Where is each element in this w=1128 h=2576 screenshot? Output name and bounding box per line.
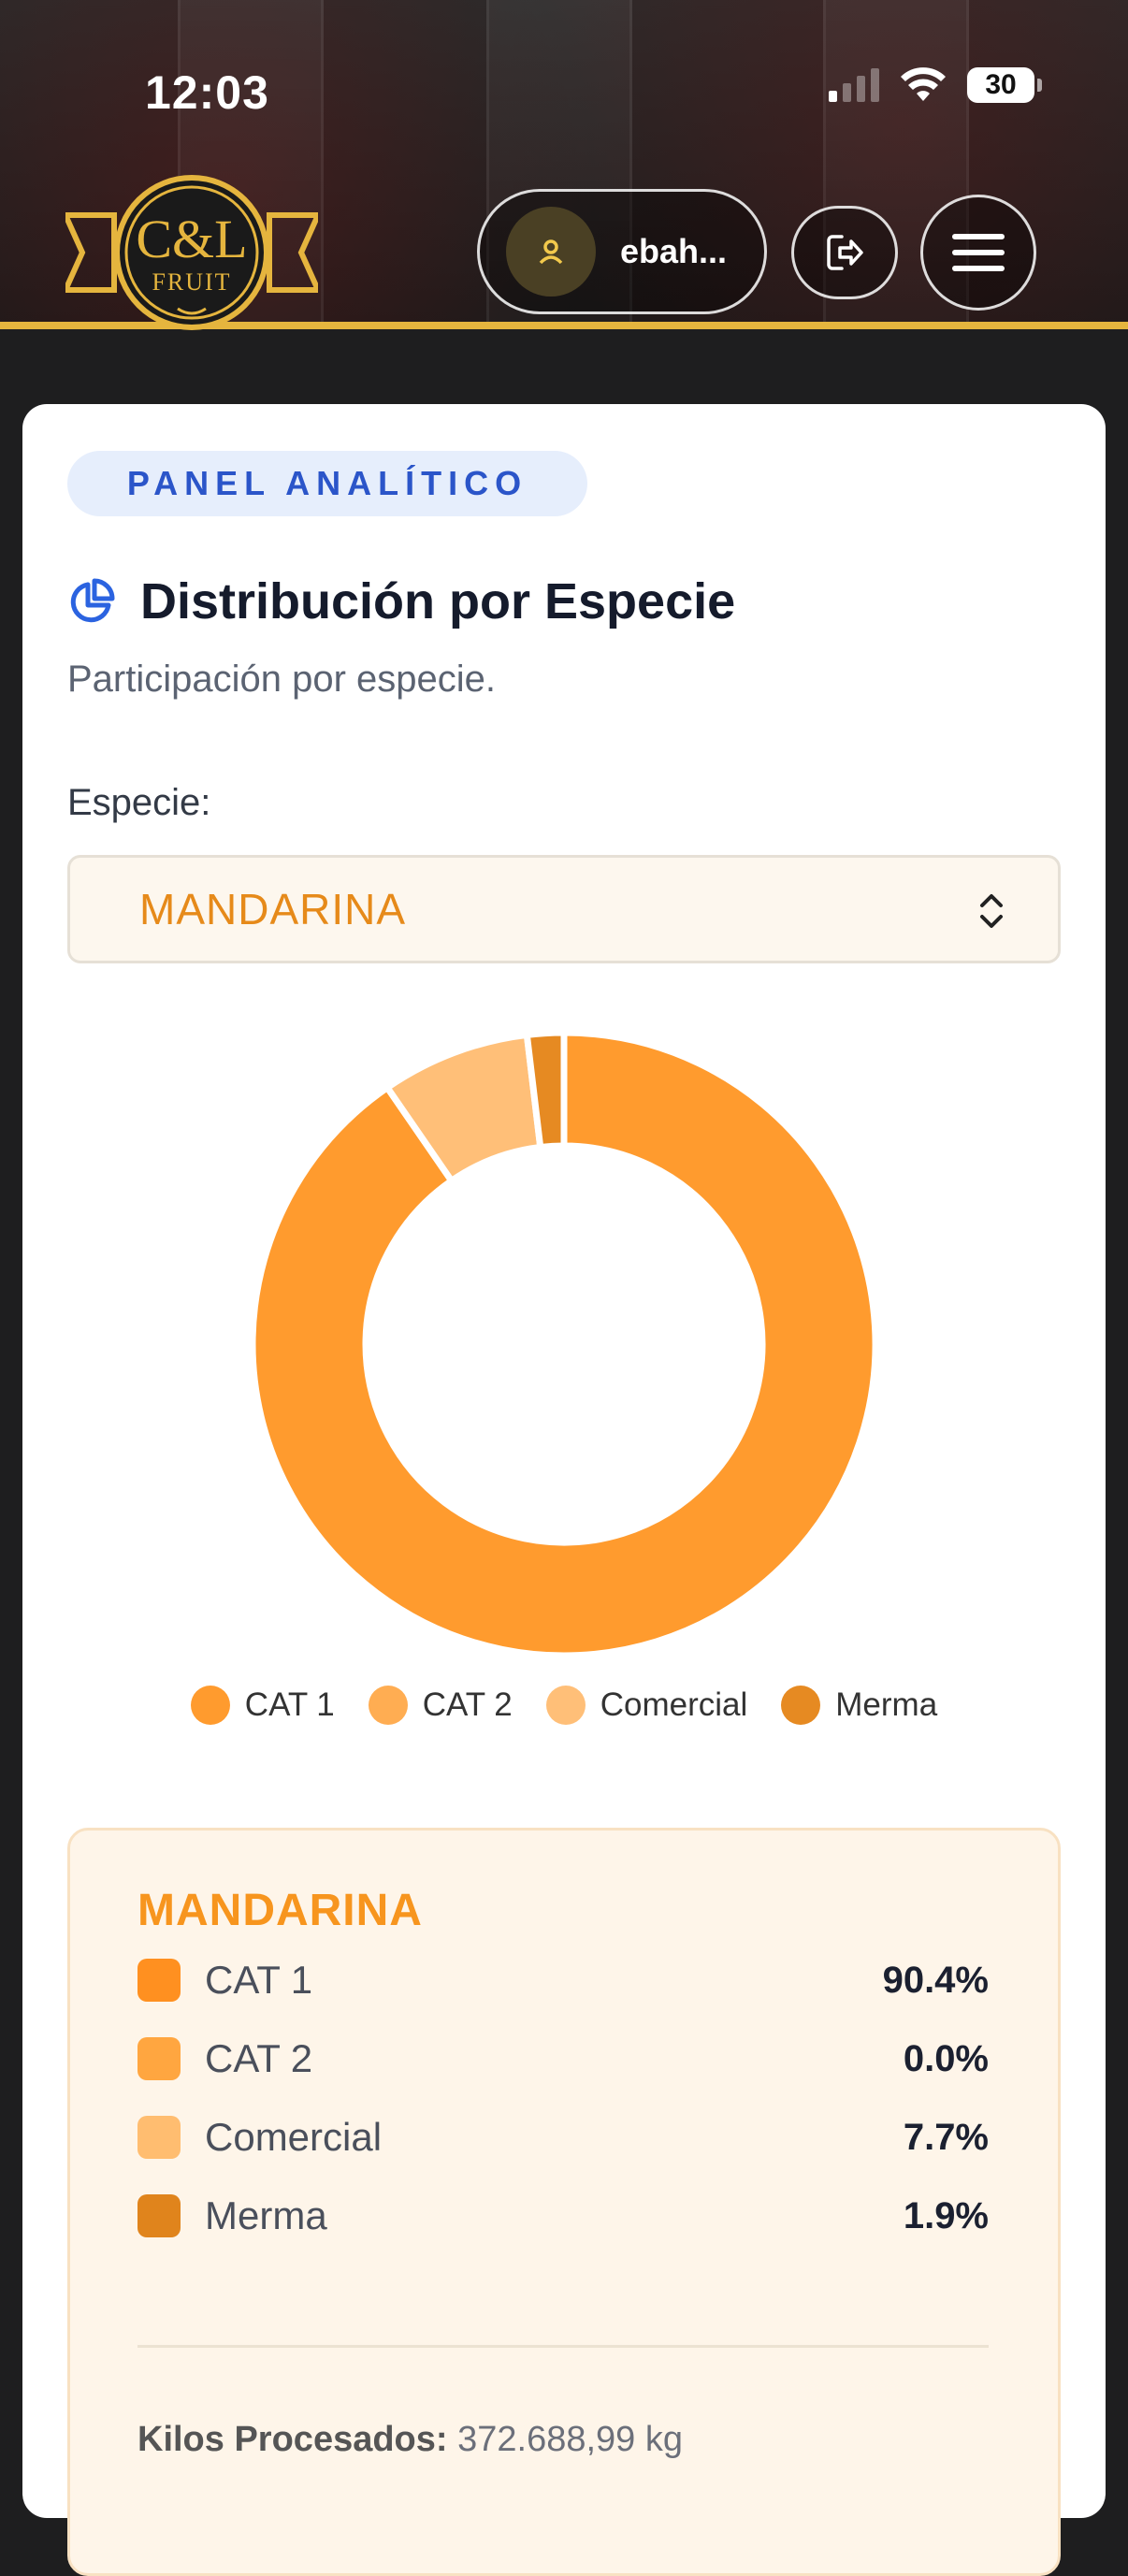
kilos-value: 372.688,99 kg [457,2420,684,2459]
color-swatch [137,2037,181,2080]
species-label: Especie: [67,782,211,823]
row-percent: 0.0% [903,2037,989,2079]
row-percent: 90.4% [882,1959,989,2001]
divider [137,2345,989,2348]
kilos-label: Kilos Procesados: [137,2420,448,2459]
menu-icon [952,234,1005,271]
cl-fruit-logo: C&L FRUIT [65,175,318,330]
summary-title: MANDARINA [137,1886,423,1935]
row-label: CAT 2 [205,2036,313,2080]
species-donut-chart [253,1033,875,1656]
species-summary-panel: MANDARINA CAT 1 90.4% CAT 2 0.0% Comerci… [67,1828,1061,2576]
row-label: Comercial [205,2115,383,2159]
avatar [506,207,596,297]
summary-row-cat2: CAT 2 0.0% [137,2031,989,2087]
svg-text:C&L: C&L [136,209,247,269]
row-percent: 7.7% [903,2116,989,2158]
status-icons: 30 [829,67,1042,103]
page-subtitle: Participación por especie. [67,658,497,700]
hamburger-menu-button[interactable] [920,195,1036,311]
kilos-procesados: Kilos Procesados: 372.688,99 kg [137,2420,683,2460]
legend-item-cat-1[interactable]: CAT 1 [190,1686,335,1725]
species-select[interactable]: MANDARINA [67,855,1061,963]
legend-dot [190,1686,230,1725]
legend-label: Merma [835,1686,938,1723]
user-icon [539,239,563,265]
chart-legend: CAT 1 CAT 2 Comercial Merma [22,1686,1106,1725]
legend-item-comercial[interactable]: Comercial [545,1686,748,1725]
legend-dot [781,1686,821,1725]
row-label: CAT 1 [205,1958,313,2002]
app-header: 12:03 30 C&L FRUIT ebah... [0,0,1128,330]
svg-text:FRUIT: FRUIT [152,268,231,296]
legend-item-cat-2[interactable]: CAT 2 [368,1686,513,1725]
pie-chart-icon [70,578,115,623]
summary-row-merma: Merma 1.9% [137,2188,989,2244]
row-percent: 1.9% [903,2194,989,2236]
cellular-signal-icon [829,68,879,102]
panel-badge: PANEL ANALÍTICO [67,451,587,516]
row-label: Merma [205,2193,327,2237]
legend-item-merma[interactable]: Merma [781,1686,937,1725]
summary-row-comercial: Comercial 7.7% [137,2109,989,2165]
user-menu-button[interactable]: ebah... [477,189,767,314]
page-title: Distribución por Especie [140,573,736,630]
username-label: ebah... [620,232,728,270]
color-swatch [137,2194,181,2237]
species-selected-value: MANDARINA [139,885,407,933]
color-swatch [137,1959,181,2002]
chevron-up-down-icon [980,894,1003,928]
logout-button[interactable] [791,206,898,299]
legend-dot [368,1686,408,1725]
summary-row-cat1: CAT 1 90.4% [137,1952,989,2008]
legend-label: CAT 1 [244,1686,335,1723]
battery-icon: 30 [967,67,1042,103]
analytics-card: PANEL ANALÍTICO Distribución por Especie… [22,404,1106,2576]
color-swatch [137,2116,181,2159]
section-header: Distribución por Especie [67,572,735,630]
logout-icon [827,235,863,270]
status-time: 12:03 [145,66,269,119]
legend-label: Comercial [600,1686,748,1723]
legend-label: CAT 2 [422,1686,513,1723]
legend-dot [545,1686,586,1725]
wifi-icon [901,67,946,101]
